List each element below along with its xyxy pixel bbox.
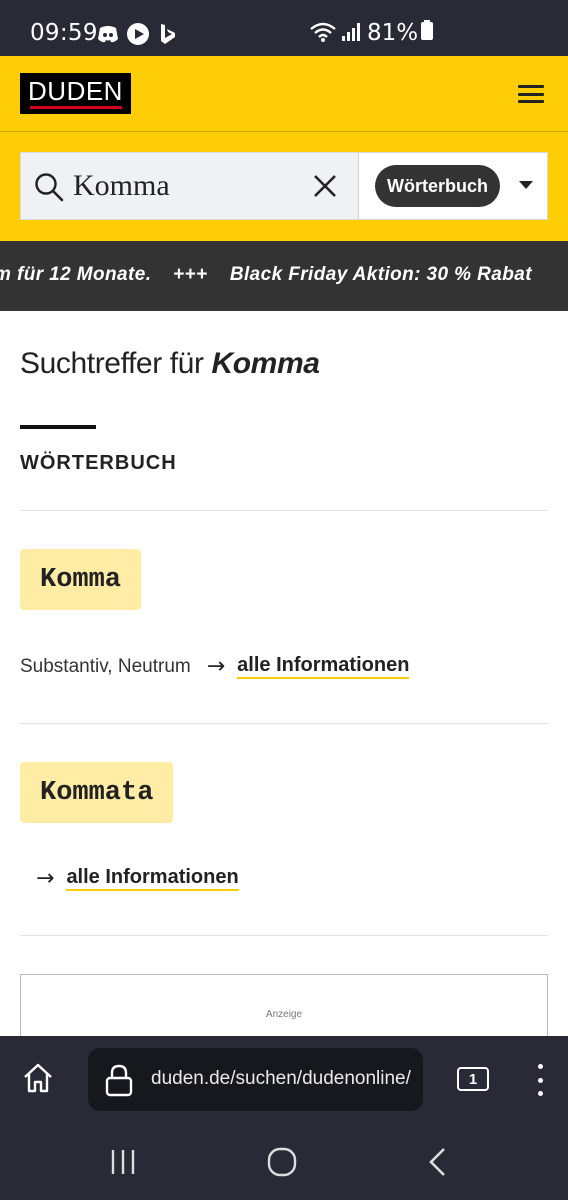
bing-icon (156, 22, 180, 46)
duden-logo[interactable]: DUDEN (20, 73, 131, 114)
dot (537, 1077, 543, 1083)
arrow-right-icon: → (36, 866, 55, 891)
promo-ticker[interactable]: m für 12 Monate. +++ Black Friday Aktion: … (0, 241, 568, 311)
tab-switcher-button[interactable]: 1 (457, 1067, 489, 1091)
dot (537, 1091, 543, 1096)
status-time: 09:59 (30, 20, 98, 46)
title-prefix: Suchtreffer für (20, 347, 212, 380)
status-bar: 09:59 81% (0, 0, 568, 56)
wifi-icon (310, 22, 336, 47)
home-icon[interactable] (22, 1062, 54, 1094)
page-title: Suchtreffer für Komma (20, 347, 320, 381)
battery-status: 81% (367, 20, 434, 46)
result-meta-row: → alle Informationen (20, 866, 239, 891)
lock-icon[interactable] (105, 1063, 133, 1097)
chevron-down-icon[interactable] (519, 181, 533, 189)
search-input[interactable]: Komma (21, 153, 359, 219)
title-rule (20, 425, 96, 429)
ticker-separator: +++ (173, 264, 208, 285)
arrow-right-icon: → (206, 654, 226, 679)
ticker-content: m für 12 Monate. +++ Black Friday Aktion: … (0, 264, 532, 286)
logo-text: DUDEN (28, 76, 123, 106)
hamburger-icon-bar (518, 85, 544, 88)
system-nav-bar (0, 1122, 568, 1200)
all-info-link[interactable]: alle Informationen (66, 866, 239, 891)
ad-label: Anzeige (265, 1009, 303, 1020)
search-icon (33, 171, 65, 203)
divider (20, 723, 548, 724)
browser-toolbar: duden.de/suchen/dudenonline/ 1 (0, 1036, 568, 1122)
title-query: Komma (211, 347, 320, 380)
site-header: DUDEN (0, 56, 568, 132)
signal-icon (340, 22, 362, 47)
section-label: WÖRTERBUCH (20, 452, 177, 474)
ticker-text: m für 12 Monate. (0, 264, 152, 285)
recent-apps-icon[interactable] (110, 1148, 136, 1176)
hamburger-icon-bar (518, 100, 544, 103)
battery-percent: 81% (367, 20, 419, 46)
ticker-text: Black Friday Aktion: 30 % Rabat (229, 264, 532, 285)
clear-icon[interactable] (311, 172, 339, 200)
battery-icon (421, 20, 434, 46)
search-query: Komma (73, 169, 170, 202)
result-word[interactable]: Komma (20, 549, 142, 610)
menu-button[interactable] (518, 83, 544, 105)
dictionary-selector[interactable]: Wörterbuch (375, 165, 500, 207)
discord-icon (96, 22, 120, 46)
search-box: Komma Wörterbuch (20, 152, 548, 220)
url-bar[interactable]: duden.de/suchen/dudenonline/ (88, 1048, 423, 1111)
divider (20, 510, 548, 511)
result-meta-row: Substantiv, Neutrum → alle Informationen (20, 654, 410, 679)
dot (537, 1064, 543, 1069)
result-word[interactable]: Kommata (20, 762, 174, 823)
connectivity-icons (310, 22, 362, 47)
back-icon[interactable] (426, 1146, 450, 1178)
play-icon (126, 22, 150, 46)
search-band: Komma Wörterbuch (0, 132, 568, 241)
word-type: Substantiv, Neutrum (20, 655, 191, 677)
home-nav-icon[interactable] (266, 1146, 298, 1178)
logo-underline (29, 106, 122, 109)
notification-icons (96, 22, 180, 46)
more-options-icon[interactable] (532, 1064, 548, 1096)
hamburger-icon-bar (518, 92, 544, 96)
url-text: duden.de/suchen/dudenonline/ (151, 1068, 411, 1089)
all-info-link[interactable]: alle Informationen (237, 654, 410, 679)
divider (20, 935, 548, 936)
